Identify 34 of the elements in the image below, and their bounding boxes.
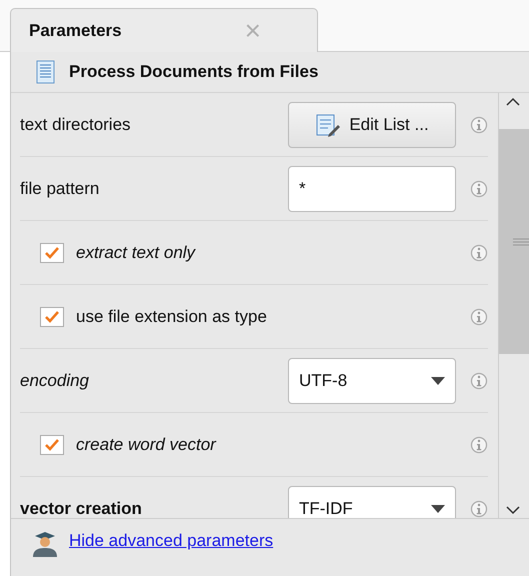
parameter-label: extract text only <box>76 242 197 262</box>
hide-advanced-link[interactable]: Hide advanced parameters <box>69 531 274 551</box>
scrollbar[interactable] <box>498 93 529 518</box>
parameter-label: create word vector <box>76 434 218 454</box>
checkmark-icon <box>44 246 60 260</box>
parameter-label: text directories <box>20 114 132 134</box>
graduate-icon <box>31 531 59 557</box>
info-icon[interactable] <box>470 372 488 390</box>
info-icon[interactable] <box>470 436 488 454</box>
checkmark-icon <box>44 438 60 452</box>
caret-icon <box>431 376 445 384</box>
edit-list-button[interactable]: Edit List ... <box>288 102 456 148</box>
parameter-label: encoding <box>20 370 90 390</box>
checkbox[interactable] <box>40 434 64 454</box>
parameter-label: use file extension as type <box>76 306 268 326</box>
checkmark-icon <box>44 310 60 324</box>
info-icon[interactable] <box>470 500 488 518</box>
dropdown[interactable]: TF-IDF <box>288 486 456 518</box>
parameter-label: file pattern <box>20 178 100 198</box>
caret-icon <box>431 504 445 512</box>
checkbox[interactable] <box>40 306 64 326</box>
parameter-label: vector creation <box>20 498 143 518</box>
tab[interactable]: Parameters × <box>10 8 318 52</box>
info-icon[interactable] <box>470 308 488 326</box>
scroll-thumb[interactable] <box>499 129 529 354</box>
checkbox[interactable] <box>40 242 64 262</box>
document-icon <box>35 60 57 84</box>
dropdown[interactable]: UTF-8 <box>288 358 456 404</box>
input-field[interactable]: * <box>288 166 456 212</box>
info-icon[interactable] <box>470 116 488 134</box>
info-icon[interactable] <box>470 244 488 262</box>
operator-title: Process Documents from Files <box>69 62 318 82</box>
info-icon[interactable] <box>470 180 488 198</box>
notepad-pencil-icon <box>315 112 342 136</box>
